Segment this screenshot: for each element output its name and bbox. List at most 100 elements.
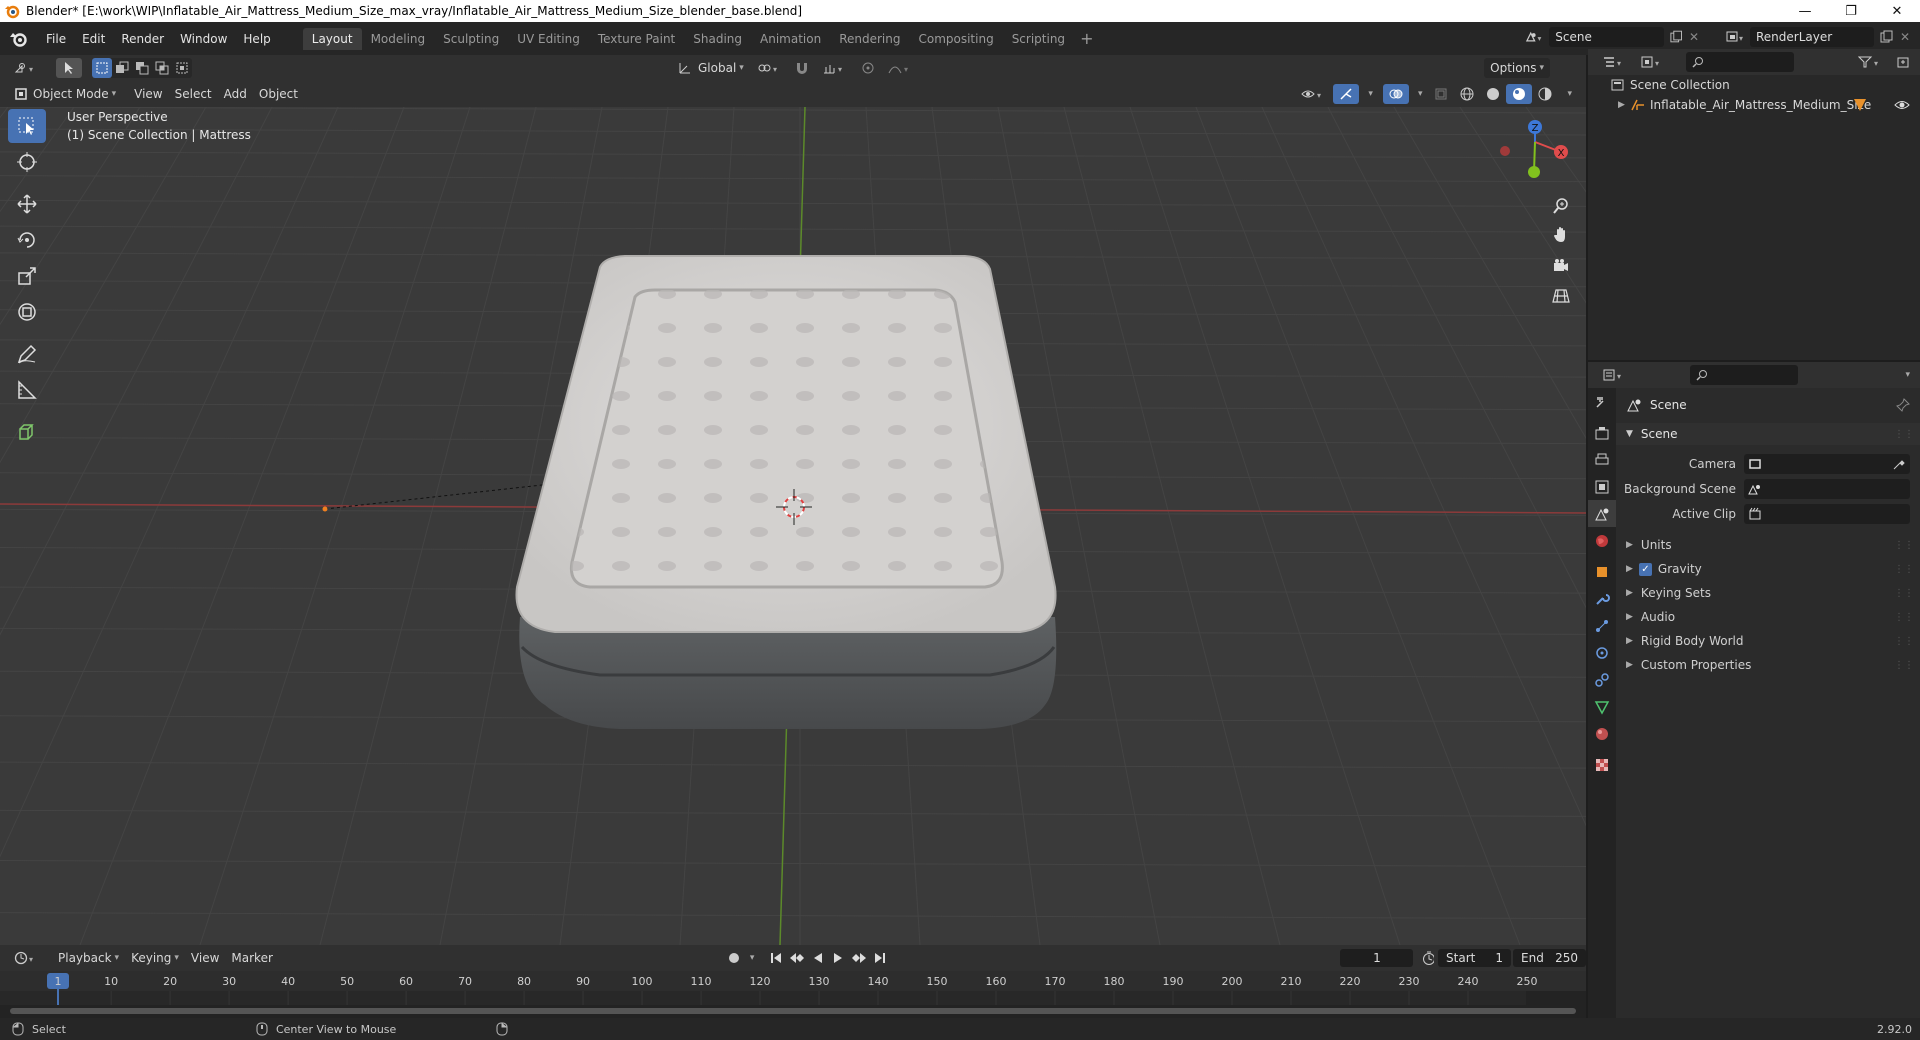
jump-to-start-button[interactable] xyxy=(766,948,786,968)
minimize-button[interactable]: — xyxy=(1782,0,1828,22)
shading-rendered[interactable] xyxy=(1532,84,1558,104)
viewport-menu-view[interactable]: View xyxy=(128,84,168,104)
eyedropper-icon[interactable] xyxy=(1892,457,1906,471)
visibility-eye-icon[interactable] xyxy=(1894,98,1910,112)
xray-toggle[interactable] xyxy=(1428,84,1454,104)
rigid-body-world-subpanel[interactable]: ▶ Rigid Body World ⋮⋮ xyxy=(1616,630,1920,652)
panel-drag-handle-icon[interactable]: ⋮⋮ xyxy=(1894,636,1914,647)
outliner-row-scene-collection[interactable]: Scene Collection xyxy=(1588,75,1920,95)
tab-modifiers[interactable] xyxy=(1588,585,1616,612)
scene-name-field[interactable]: Scene xyxy=(1549,27,1664,47)
camera-view-button[interactable] xyxy=(1547,252,1575,280)
outliner-display-mode[interactable]: ▾ xyxy=(1634,52,1672,72)
tab-layout[interactable]: Layout xyxy=(302,27,362,50)
tab-rendering[interactable]: Rendering xyxy=(830,28,909,50)
ortho-view-button[interactable] xyxy=(1547,282,1575,310)
tab-uv-editing[interactable]: UV Editing xyxy=(508,28,589,50)
tab-animation[interactable]: Animation xyxy=(751,28,830,50)
tab-object[interactable] xyxy=(1588,558,1616,585)
tool-measure[interactable] xyxy=(8,373,46,407)
scene-panel-header[interactable]: ▼ Scene ⋮⋮ xyxy=(1616,423,1920,445)
outliner-filter-dropdown[interactable]: ▾ xyxy=(1852,52,1890,72)
viewport-menu-select[interactable]: Select xyxy=(169,84,218,104)
overlays-toggle[interactable] xyxy=(1382,84,1409,104)
tab-material[interactable] xyxy=(1588,720,1616,747)
tool-rotate[interactable] xyxy=(8,223,46,257)
background-scene-field[interactable] xyxy=(1744,479,1910,499)
expand-arrow-icon[interactable]: ▶ xyxy=(1618,100,1630,110)
select-mode-new[interactable] xyxy=(92,58,112,78)
delete-scene-icon[interactable]: ✕ xyxy=(1689,30,1699,44)
select-mode-intersect[interactable] xyxy=(152,58,172,78)
tab-tool[interactable] xyxy=(1588,388,1616,415)
timeline-playback-menu[interactable]: Playback ▾ xyxy=(52,948,125,968)
shading-material-preview[interactable] xyxy=(1506,84,1533,104)
outliner-search-input[interactable] xyxy=(1686,52,1794,72)
properties-search-input[interactable] xyxy=(1690,365,1798,385)
navigation-gizmo[interactable]: Z X xyxy=(1480,112,1580,192)
units-subpanel[interactable]: ▶ Units ⋮⋮ xyxy=(1616,534,1920,556)
snap-toggle[interactable] xyxy=(788,58,816,78)
tab-scene[interactable] xyxy=(1588,500,1616,527)
tab-data[interactable] xyxy=(1588,693,1616,720)
pin-icon[interactable] xyxy=(1896,398,1910,412)
proportional-falloff-dropdown[interactable]: ▾ xyxy=(882,58,920,78)
shading-solid[interactable] xyxy=(1480,84,1506,104)
3d-viewport[interactable]: User Perspective (1) Scene Collection | … xyxy=(0,107,1586,945)
delete-layer-icon[interactable]: ✕ xyxy=(1900,30,1910,44)
tool-scale[interactable] xyxy=(8,259,46,293)
tab-sculpting[interactable]: Sculpting xyxy=(434,28,508,50)
tab-physics[interactable] xyxy=(1588,639,1616,666)
camera-field[interactable] xyxy=(1744,454,1910,474)
start-frame-field[interactable]: Start 1 xyxy=(1438,949,1512,967)
tab-output[interactable] xyxy=(1588,446,1616,473)
panel-drag-handle-icon[interactable]: ⋮⋮ xyxy=(1894,540,1914,551)
proportional-edit-toggle[interactable] xyxy=(854,58,882,78)
maximize-button[interactable]: ❐ xyxy=(1828,0,1874,22)
tab-particles[interactable] xyxy=(1588,612,1616,639)
view-layer-selector[interactable]: ▾ RenderLayer ✕ xyxy=(1724,26,1918,48)
duplicate-layer-icon[interactable] xyxy=(1878,29,1896,45)
new-collection-button[interactable] xyxy=(1890,52,1916,72)
tool-cursor[interactable] xyxy=(8,145,46,179)
audio-subpanel[interactable]: ▶ Audio ⋮⋮ xyxy=(1616,606,1920,628)
options-dropdown[interactable]: Options ▾ xyxy=(1484,58,1550,78)
timeline-editor-type[interactable]: ▾ xyxy=(8,948,46,968)
tab-compositing[interactable]: Compositing xyxy=(909,28,1002,50)
tool-annotate[interactable] xyxy=(8,337,46,371)
blender-logo-icon[interactable] xyxy=(8,29,28,49)
panel-drag-handle-icon[interactable]: ⋮⋮ xyxy=(1894,612,1914,623)
tool-move[interactable] xyxy=(8,187,46,221)
modifier-filter-icon[interactable] xyxy=(1852,97,1868,113)
jump-to-keyframe-next-button[interactable] xyxy=(848,948,870,968)
timeline-view-menu[interactable]: View xyxy=(185,948,225,968)
tab-view-layer[interactable] xyxy=(1588,473,1616,500)
tool-select-box[interactable] xyxy=(8,109,46,143)
select-mode-subtract[interactable] xyxy=(132,58,152,78)
close-button[interactable]: ✕ xyxy=(1874,0,1920,22)
menu-file[interactable]: File xyxy=(38,28,74,50)
scene-selector[interactable]: ▾ Scene ✕ xyxy=(1524,26,1699,48)
current-frame-field[interactable]: 1 xyxy=(1340,949,1414,967)
tab-texture-paint[interactable]: Texture Paint xyxy=(589,28,684,50)
panel-drag-handle-icon[interactable]: ⋮⋮ xyxy=(1894,429,1914,440)
panel-drag-handle-icon[interactable]: ⋮⋮ xyxy=(1894,660,1914,671)
menu-render[interactable]: Render xyxy=(113,28,172,50)
tab-render[interactable] xyxy=(1588,419,1616,446)
timeline-marker-menu[interactable]: Marker xyxy=(225,948,278,968)
active-clip-field[interactable] xyxy=(1744,504,1910,524)
timeline-keying-menu[interactable]: Keying ▾ xyxy=(125,948,185,968)
select-mode-invert[interactable] xyxy=(172,58,192,78)
tab-scripting[interactable]: Scripting xyxy=(1003,28,1074,50)
viewport-menu-add[interactable]: Add xyxy=(218,84,253,104)
editor-type-menu[interactable]: ▾ xyxy=(8,58,46,78)
zoom-view-button[interactable] xyxy=(1547,192,1575,220)
pivot-point-dropdown[interactable]: ▾ xyxy=(750,58,788,78)
viewport-menu-object[interactable]: Object xyxy=(253,84,304,104)
tab-constraints[interactable] xyxy=(1588,666,1616,693)
transform-orientation-dropdown[interactable]: Global ▾ xyxy=(672,58,750,78)
panel-drag-handle-icon[interactable]: ⋮⋮ xyxy=(1894,564,1914,575)
custom-properties-subpanel[interactable]: ▶ Custom Properties ⋮⋮ xyxy=(1616,654,1920,676)
render-layer-field[interactable]: RenderLayer xyxy=(1750,27,1874,47)
menu-window[interactable]: Window xyxy=(172,28,235,50)
